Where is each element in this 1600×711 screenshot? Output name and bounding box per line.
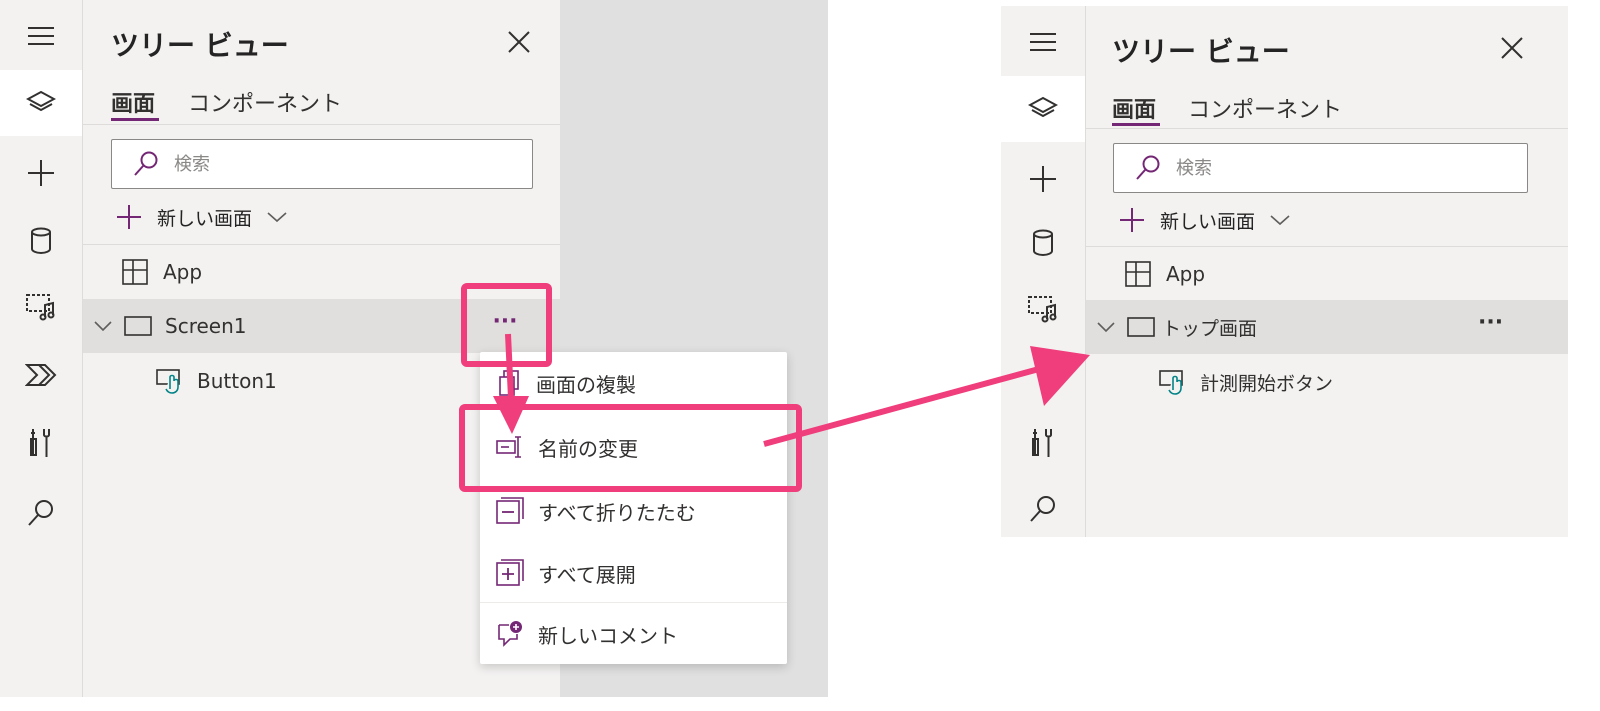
more-to-rename-arrow [493, 333, 529, 434]
rename-result-arrow [763, 346, 1090, 447]
annotation-arrows [493, 333, 1090, 447]
